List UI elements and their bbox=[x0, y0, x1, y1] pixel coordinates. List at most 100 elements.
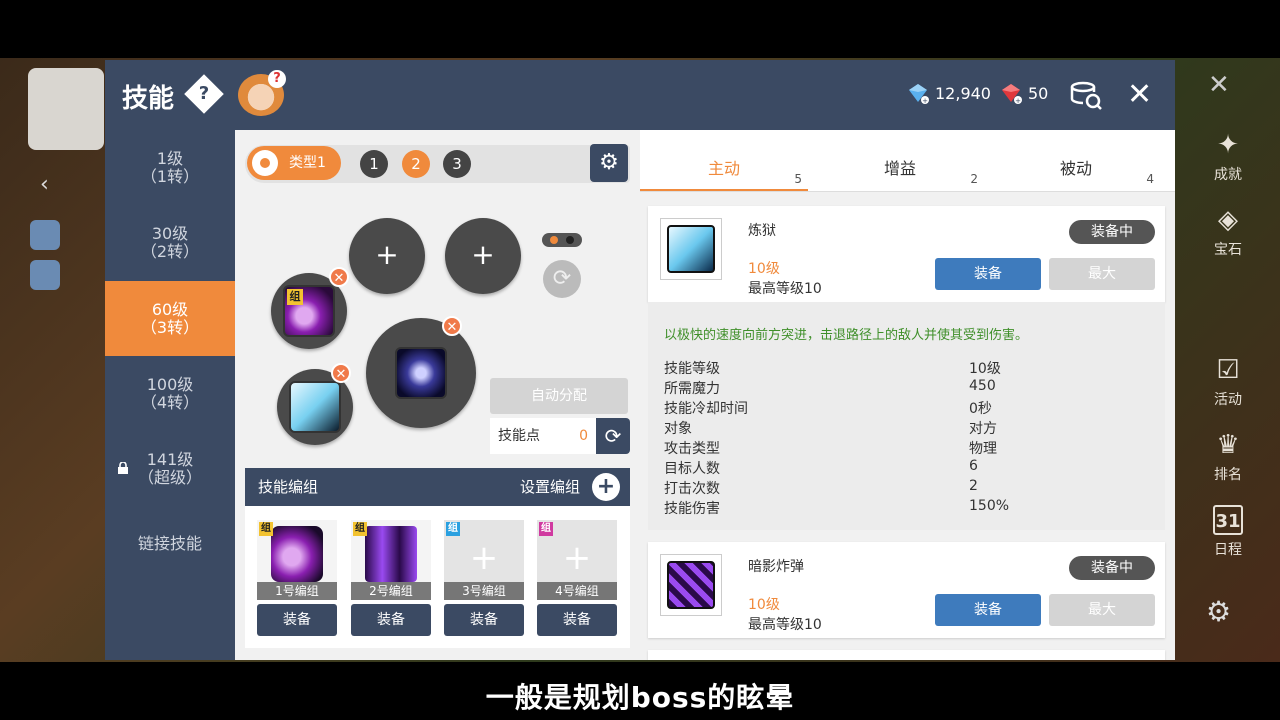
skill-type-tabs: 主动 5 增益 2 被动 4 bbox=[640, 130, 1175, 192]
skill-list-area: 主动 5 增益 2 被动 4 炼狱 10级 最高等级10 装备中 装备 最大 以极快的… bbox=[640, 130, 1175, 660]
group-equip-button-1[interactable]: 装备 bbox=[257, 604, 337, 636]
stat-row: 攻击类型 物理 bbox=[664, 441, 997, 457]
settings-button[interactable]: ⚙ bbox=[590, 144, 628, 182]
skill-card[interactable]: 暗影炸弹 10级 最高等级10 装备中 装备 最大 bbox=[648, 542, 1165, 638]
set-group-link[interactable]: 设置编组 bbox=[520, 468, 580, 506]
help-button[interactable]: ? bbox=[184, 74, 224, 114]
stat-row: 目标人数 6 bbox=[664, 458, 978, 477]
stat-row: 技能等级 10级 bbox=[664, 361, 1001, 377]
hud-gem: ◈ 宝石 bbox=[1176, 205, 1280, 259]
stat-row: 所需魔力 450 bbox=[664, 378, 996, 397]
job-tier-sidebar: 1级 （1转） 30级 （2转） 60级 （3转） 100级 （4转） 141级 （超级）… bbox=[105, 130, 235, 660]
red-crystal-currency[interactable]: + 50 bbox=[1000, 82, 1048, 104]
preset-button-2[interactable]: 2 bbox=[402, 150, 430, 178]
remove-icon[interactable]: ✕ bbox=[331, 363, 351, 383]
skill-icon bbox=[271, 526, 323, 582]
group-card-3[interactable]: 组 + 3号编组 bbox=[444, 520, 524, 600]
skill-slot-filled[interactable]: ✕ bbox=[277, 363, 353, 445]
hud-event: ☑ 活动 bbox=[1176, 355, 1280, 409]
skill-name: 炼狱 bbox=[748, 223, 776, 239]
equipped-badge: 装备中 bbox=[1069, 220, 1155, 244]
skill-level: 10级 bbox=[748, 261, 780, 277]
group-card-1[interactable]: 组 1号编组 bbox=[257, 520, 337, 600]
guide-avatar[interactable]: ? bbox=[238, 70, 286, 116]
skill-icon bbox=[395, 347, 447, 399]
skill-slot-filled[interactable]: 组 ✕ bbox=[271, 267, 349, 349]
gem-icon: ◈ bbox=[1218, 205, 1238, 235]
leaf-icon: ✦ bbox=[1217, 130, 1239, 160]
rotate-button[interactable]: ⟳ bbox=[543, 260, 581, 298]
sidebar-item-hyper[interactable]: 141级 （超级） bbox=[105, 431, 235, 506]
skill-search-button[interactable] bbox=[1068, 78, 1104, 120]
type-selector[interactable]: 类型1 bbox=[247, 146, 341, 180]
background-right-hud: ✕ ✦ 成就 ◈ 宝石 ☑ 活动 ♛ 排名 31 日程 ⚙ bbox=[1176, 60, 1280, 660]
skill-card[interactable]: 炼狱 10级 最高等级10 装备中 装备 最大 bbox=[648, 206, 1165, 302]
stat-row: 打击次数 2 bbox=[664, 478, 978, 497]
plus-icon: + bbox=[562, 538, 592, 578]
add-group-button[interactable]: + bbox=[592, 473, 620, 501]
close-button[interactable]: ✕ bbox=[1127, 78, 1152, 112]
trophy-icon: ♛ bbox=[1216, 430, 1240, 460]
auto-assign-button[interactable]: 自动分配 bbox=[490, 378, 628, 414]
red-crystal-icon: + bbox=[1002, 84, 1022, 104]
skill-slot-area: 类型1 1 2 3 ⚙ + + 组 ✕ ✕ ✕ ⟳ 自动分配 技能点 0 ⟳ 技能… bbox=[235, 130, 640, 660]
hud-achievement: ✦ 成就 bbox=[1176, 130, 1280, 184]
chevron-left-icon: ‹ bbox=[40, 172, 49, 197]
skill-icon: 组 bbox=[283, 285, 335, 337]
tab-buff[interactable]: 增益 2 bbox=[816, 130, 984, 192]
skill-icon bbox=[365, 526, 417, 582]
blue-crystal-currency[interactable]: + 12,940 bbox=[907, 82, 991, 104]
skill-max-level: 最高等级10 bbox=[748, 617, 822, 633]
refresh-icon: ⟳ bbox=[552, 266, 572, 291]
help-icon: ? bbox=[198, 83, 210, 104]
character-portrait bbox=[28, 68, 104, 150]
question-icon: ? bbox=[268, 70, 286, 88]
group-card-4[interactable]: 组 + 4号编组 bbox=[537, 520, 617, 600]
preset-button-3[interactable]: 3 bbox=[443, 150, 471, 178]
group-equip-button-4[interactable]: 装备 bbox=[537, 604, 617, 636]
skill-slot-filled-large[interactable]: ✕ bbox=[366, 316, 476, 428]
skill-icon bbox=[660, 218, 722, 280]
group-card-2[interactable]: 组 2号编组 bbox=[351, 520, 431, 600]
reset-points-button[interactable]: ⟳ bbox=[596, 418, 630, 454]
gear-icon: ⚙ bbox=[599, 150, 619, 175]
group-equip-button-2[interactable]: 装备 bbox=[351, 604, 431, 636]
hud-ranking: ♛ 排名 bbox=[1176, 430, 1280, 484]
sidebar-item-link-skills[interactable]: 链接技能 bbox=[105, 506, 235, 581]
hud-icon bbox=[30, 220, 60, 250]
svg-text:+: + bbox=[922, 97, 928, 104]
skill-icon bbox=[660, 554, 722, 616]
skill-name: 暗影炸弹 bbox=[748, 559, 804, 575]
skill-description: 以极快的速度向前方突进，击退路径上的敌人并使其受到伤害。 bbox=[664, 328, 1029, 343]
stat-row: 技能伤害 150% bbox=[664, 498, 1010, 517]
equip-button[interactable]: 装备 bbox=[935, 258, 1041, 290]
gear-icon: ⚙ bbox=[1206, 595, 1232, 628]
skill-list: 炼狱 10级 最高等级10 装备中 装备 最大 以极快的速度向前方突进，击退路径… bbox=[640, 192, 1175, 660]
max-button[interactable]: 最大 bbox=[1049, 594, 1155, 626]
preset-button-1[interactable]: 1 bbox=[360, 150, 388, 178]
hud-icon bbox=[30, 260, 60, 290]
stat-row: 对象 对方 bbox=[664, 421, 997, 437]
refresh-icon: ⟳ bbox=[604, 424, 622, 448]
hud-schedule: 31 日程 bbox=[1176, 505, 1280, 559]
remove-icon[interactable]: ✕ bbox=[442, 316, 462, 336]
sidebar-item-tier1[interactable]: 1级 （1转） bbox=[105, 130, 235, 205]
calendar-check-icon: ☑ bbox=[1216, 355, 1240, 385]
sidebar-item-tier2[interactable]: 30级 （2转） bbox=[105, 205, 235, 280]
page-title: 技能 bbox=[122, 84, 175, 114]
sidebar-item-tier4[interactable]: 100级 （4转） bbox=[105, 356, 235, 431]
max-button[interactable]: 最大 bbox=[1049, 258, 1155, 290]
remove-icon[interactable]: ✕ bbox=[329, 267, 349, 287]
skill-points-display: 技能点 0 bbox=[490, 418, 596, 454]
skill-slot-empty[interactable]: + bbox=[445, 218, 521, 294]
tab-passive[interactable]: 被动 4 bbox=[992, 130, 1160, 192]
skill-slot-empty[interactable]: + bbox=[349, 218, 425, 294]
skill-card-partial[interactable] bbox=[648, 650, 1165, 660]
sidebar-item-tier3[interactable]: 60级 （3转） bbox=[105, 281, 235, 356]
equip-button[interactable]: 装备 bbox=[935, 594, 1041, 626]
skill-max-level: 最高等级10 bbox=[748, 281, 822, 297]
stat-row: 技能冷却时间 0秒 bbox=[664, 401, 992, 417]
group-equip-button-3[interactable]: 装备 bbox=[444, 604, 524, 636]
tab-active[interactable]: 主动 5 bbox=[640, 130, 808, 192]
background-left-hud: ‹ bbox=[0, 160, 105, 660]
